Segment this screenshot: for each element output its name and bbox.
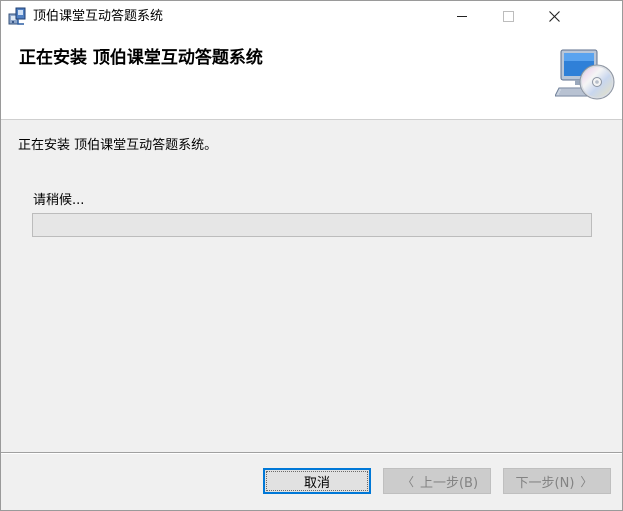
wait-text: 请稍候... [33, 193, 85, 208]
computer-cd-icon [555, 49, 615, 100]
header-banner: 正在安装 顶伯课堂互动答题系统 [1, 32, 622, 120]
next-button-label: 下一步(N) [515, 475, 575, 491]
chevron-right-icon: 〉 [580, 474, 593, 489]
content-area: 正在安装 顶伯课堂互动答题系统。 请稍候... [1, 120, 622, 450]
maximize-button[interactable] [485, 1, 531, 32]
minimize-icon [457, 16, 467, 17]
installer-window: 顶伯课堂互动答题系统 正在安装 顶伯课堂互动答题系统 正在安装 顶伯课堂互动答题… [0, 0, 623, 511]
chevron-left-icon: 〈 [401, 474, 414, 489]
cancel-button[interactable]: 取消 [263, 468, 371, 494]
maximize-icon [502, 11, 514, 22]
close-button[interactable] [531, 1, 577, 32]
status-text: 正在安装 顶伯课堂互动答题系统。 [18, 138, 218, 153]
footer-separator [1, 452, 622, 454]
next-button[interactable]: 下一步(N) 〉 [503, 468, 611, 494]
previous-button[interactable]: 〈 上一步(B) [383, 468, 491, 494]
title-bar[interactable]: 顶伯课堂互动答题系统 [1, 1, 622, 32]
progress-bar [32, 213, 592, 237]
previous-button-label: 上一步(B) [419, 475, 479, 491]
installer-icon [8, 7, 26, 25]
cancel-button-label: 取消 [303, 475, 330, 491]
minimize-button[interactable] [439, 1, 485, 32]
close-icon [548, 11, 560, 22]
page-title: 正在安装 顶伯课堂互动答题系统 [19, 48, 263, 68]
window-title: 顶伯课堂互动答题系统 [33, 9, 164, 24]
